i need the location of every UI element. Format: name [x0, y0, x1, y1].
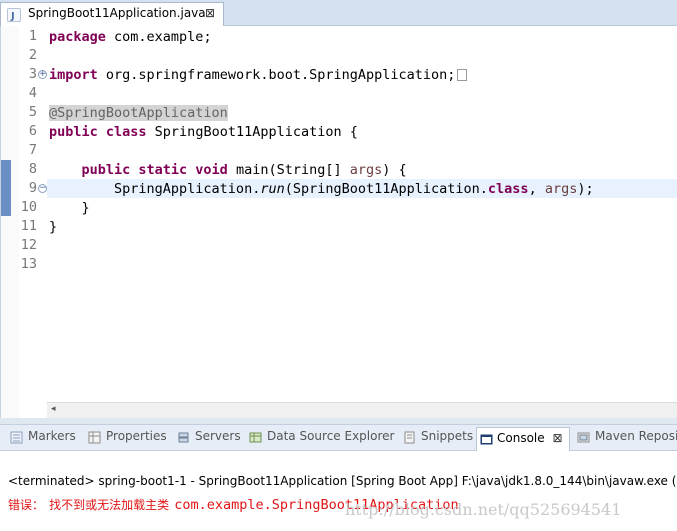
console-status-line: <terminated> spring-boot1-1 - SpringBoot… [8, 474, 677, 488]
scroll-left-icon[interactable]: ◂ [51, 404, 56, 414]
collapse-method-icon[interactable]: − [38, 184, 47, 193]
code-line-9: public static void main(String[] args) { [49, 161, 407, 180]
close-console-icon[interactable]: ⊠ [552, 431, 562, 445]
code-line-7: public class SpringBoot11Application { [49, 123, 358, 142]
tab-console[interactable]: Console ⊠ [476, 427, 570, 451]
keyword: package [49, 29, 106, 45]
tab-snippets[interactable]: Snippets [403, 429, 473, 449]
line-number: 11 [20, 218, 37, 234]
code-text: SpringBoot11Application { [146, 124, 358, 140]
line-number: 8 [28, 161, 37, 177]
java-file-icon: J [7, 8, 21, 22]
svg-text:J: J [10, 11, 15, 21]
line-number: 10 [20, 199, 37, 215]
code-line-10: SpringApplication.run(SpringBoot11Applic… [49, 180, 594, 199]
keyword: import [49, 67, 98, 83]
code-text: ) { [382, 162, 407, 178]
tab-maven-repositories[interactable]: Maven Reposi [577, 429, 677, 449]
line-number-gutter: 1 2 3 4 5 6 7 8 9 10 11 12 13 + − [19, 26, 47, 418]
code-text: (SpringBoot11Application. [284, 181, 488, 197]
console-view[interactable]: <terminated> spring-boot1-1 - SpringBoot… [0, 451, 677, 531]
tab-label: Data Source Explorer [267, 429, 395, 443]
expand-imports-icon[interactable]: + [38, 70, 47, 79]
code-text: main(String[] [227, 162, 350, 178]
line-number: 9 [28, 180, 37, 196]
line-number: 3 [28, 66, 37, 82]
tab-label: Snippets [421, 429, 474, 443]
line-number: 2 [28, 47, 37, 63]
line-number: 12 [20, 237, 37, 253]
view-tab-bar: Markers Properties Servers Data Source E… [0, 424, 677, 451]
code-line-12: } [49, 219, 58, 235]
code-text: , [528, 181, 545, 197]
annotation: @SpringBootApplication [49, 105, 228, 121]
tab-label: Console [497, 431, 545, 445]
occurrence-marker [1, 160, 11, 216]
parameter: args [544, 181, 578, 197]
tab-label: Properties [106, 429, 167, 443]
tab-data-source-explorer[interactable]: Data Source Explorer [249, 429, 394, 449]
code-text: org.springframework.boot.SpringApplicati… [97, 67, 456, 83]
line-number: 1 [28, 28, 37, 44]
horizontal-scrollbar[interactable]: ◂ [47, 402, 677, 418]
tab-label: Servers [195, 429, 241, 443]
tab-label: Markers [28, 429, 76, 443]
line-number: 7 [28, 142, 37, 158]
tab-label: Maven Reposi [595, 429, 677, 443]
code-text-area[interactable]: package com.example; import org.springfr… [47, 26, 677, 402]
folded-imports-box[interactable] [457, 69, 468, 81]
data-source-explorer-icon [249, 431, 262, 444]
console-icon [480, 433, 493, 446]
tab-servers[interactable]: Servers [177, 429, 241, 449]
maven-repositories-icon [577, 431, 590, 444]
editor-tab-bar: J SpringBoot11Application.java ⊠ [0, 0, 677, 26]
annotation-ruler [1, 26, 19, 418]
code-editor[interactable]: 1 2 3 4 5 6 7 8 9 10 11 12 13 + − packag… [0, 26, 677, 418]
keyword: class [487, 181, 529, 197]
line-number: 13 [20, 256, 37, 272]
code-line-6: @SpringBootApplication [49, 104, 228, 123]
parameter: args [349, 162, 383, 178]
keyword: public static void [81, 162, 228, 178]
watermark-text: http://blog.csdn.net/qq525694541 [345, 500, 622, 519]
static-method: run [260, 181, 285, 197]
error-prefix: 错误： [8, 498, 45, 512]
code-text: SpringApplication. [49, 181, 261, 197]
code-line-3: import org.springframework.boot.SpringAp… [49, 66, 468, 85]
editor-tab-label: SpringBoot11Application.java [28, 6, 206, 20]
tab-properties[interactable]: Properties [88, 429, 167, 449]
line-number: 5 [28, 104, 37, 120]
snippets-icon [403, 431, 416, 444]
line-number: 4 [28, 85, 37, 101]
servers-icon [177, 431, 190, 444]
code-line-1: package com.example; [49, 28, 212, 47]
code-text: com.example; [105, 29, 212, 45]
properties-icon [88, 431, 101, 444]
line-number: 6 [28, 123, 37, 139]
markers-icon [10, 431, 23, 444]
keyword: public class [49, 124, 147, 140]
code-line-11: } [49, 200, 90, 216]
tab-markers[interactable]: Markers [10, 429, 76, 449]
code-text: ); [577, 181, 594, 197]
error-message: 找不到或无法加载主类 [49, 498, 170, 512]
close-tab-icon[interactable]: ⊠ [205, 6, 215, 20]
editor-tab-springboot11application[interactable]: J SpringBoot11Application.java ⊠ [0, 2, 224, 26]
